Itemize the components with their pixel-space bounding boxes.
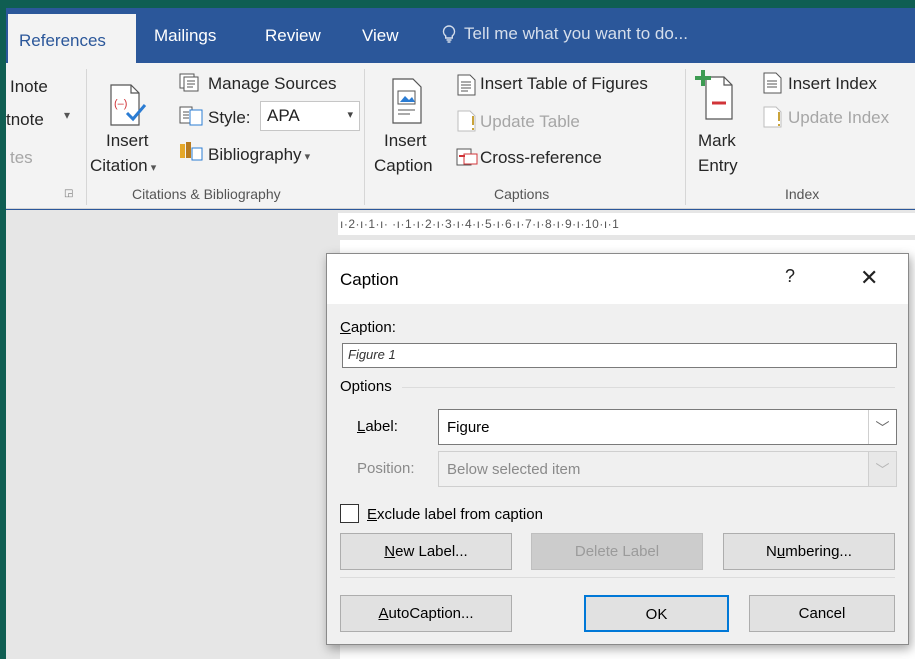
update-table-icon [455, 110, 479, 136]
dialog-title: Caption [340, 270, 399, 289]
cross-reference-button[interactable]: Cross-reference [480, 148, 602, 168]
lightbulb-icon [442, 25, 456, 43]
position-select-value: Below selected item [447, 461, 581, 478]
caption-text-input[interactable]: Figure 1 [342, 343, 897, 368]
close-icon[interactable]: ✕ [860, 265, 878, 291]
insert-index-button[interactable]: Insert Index [788, 74, 877, 94]
captions-group-label: Captions [494, 186, 550, 202]
style-dropdown-value: APA [267, 106, 300, 125]
group-separator [364, 69, 365, 205]
group-separator [685, 69, 686, 205]
ribbon: Inote tnote ▾ tes ◲ (–) Insert Citation … [6, 63, 915, 209]
insert-citation-label-2[interactable]: Citation ▾ [90, 156, 156, 176]
position-select: Below selected item ﹀ [438, 451, 897, 487]
update-index-button: Update Index [788, 108, 890, 127]
tab-review[interactable]: Review [265, 26, 321, 46]
citations-group-label: Citations & Bibliography [132, 186, 281, 202]
chevron-down-icon: ▾ [347, 109, 353, 121]
style-icon [178, 105, 204, 131]
chevron-down-icon: ﹀ [868, 452, 896, 486]
exclude-label-checkbox[interactable] [340, 504, 359, 523]
position-field-label: Position: [357, 460, 415, 477]
label-field-label: Label: [357, 418, 398, 435]
mark-entry-label-2[interactable]: Entry [698, 156, 738, 176]
exclude-label-text[interactable]: Exclude label from caption [367, 506, 543, 523]
insert-citation-icon: (–) [107, 83, 147, 131]
update-index-icon [761, 106, 785, 132]
tell-me-search[interactable]: Tell me what you want to do... [442, 24, 688, 44]
help-icon[interactable]: ? [785, 266, 795, 287]
mark-entry-label-1[interactable]: Mark [698, 131, 736, 151]
insert-caption-label-2[interactable]: Caption [374, 156, 433, 176]
tell-me-placeholder: Tell me what you want to do... [464, 24, 688, 43]
chevron-down-icon: ﹀ [868, 410, 896, 444]
bibliography-button[interactable]: Bibliography ▾ [208, 145, 310, 165]
new-label-button[interactable]: New Label... [340, 533, 512, 570]
footnote-item-3: tes [10, 148, 33, 167]
table-of-figures-icon [455, 74, 477, 100]
dialog-divider [340, 577, 895, 578]
insert-index-icon [761, 72, 783, 98]
options-divider [402, 387, 895, 388]
numbering-button[interactable]: Numbering... [723, 533, 895, 570]
manage-sources-icon [178, 71, 202, 97]
cross-reference-icon [455, 146, 479, 172]
label-select[interactable]: Figure ﹀ [438, 409, 897, 445]
mark-entry-icon [694, 69, 738, 125]
tab-mailings[interactable]: Mailings [154, 26, 216, 46]
svg-text:(–): (–) [114, 98, 127, 110]
style-label: Style: [208, 108, 251, 127]
index-group-label: Index [785, 186, 820, 202]
insert-table-of-figures-button[interactable]: Insert Table of Figures [480, 74, 648, 94]
caption-label: Caption: [340, 319, 396, 336]
footnote-item-1[interactable]: Inote [10, 77, 48, 97]
options-heading: Options [340, 378, 392, 395]
manage-sources-button[interactable]: Manage Sources [208, 74, 337, 94]
delete-label-button: Delete Label [531, 533, 703, 570]
ok-button[interactable]: OK [584, 595, 729, 632]
tab-references[interactable]: References [8, 14, 136, 63]
group-separator [86, 69, 87, 205]
dialog-titlebar [327, 254, 908, 304]
insert-citation-label-1[interactable]: Insert [106, 131, 149, 151]
caption-dialog: Caption ? ✕ Caption: Figure 1 Options La… [326, 253, 909, 645]
style-dropdown[interactable]: APA ▾ [260, 101, 360, 131]
horizontal-ruler[interactable]: ı·2·ı·1·ı· ·ı·1·ı·2·ı·3·ı·4·ı·5·ı·6·ı·7·… [338, 213, 915, 235]
label-select-value: Figure [447, 419, 490, 436]
insert-caption-icon [390, 77, 424, 129]
bibliography-icon [178, 140, 204, 166]
insert-caption-label-1[interactable]: Insert [384, 131, 427, 151]
footnote-item-2[interactable]: tnote [6, 110, 44, 130]
update-table-button: Update Table [480, 112, 580, 131]
tab-view[interactable]: View [362, 26, 399, 46]
chevron-down-icon[interactable]: ▾ [64, 108, 70, 122]
autocaption-button[interactable]: AutoCaption... [340, 595, 512, 632]
window-frame-top [0, 0, 915, 8]
dialog-launcher-icon[interactable]: ◲ [64, 188, 73, 199]
cancel-button[interactable]: Cancel [749, 595, 895, 632]
